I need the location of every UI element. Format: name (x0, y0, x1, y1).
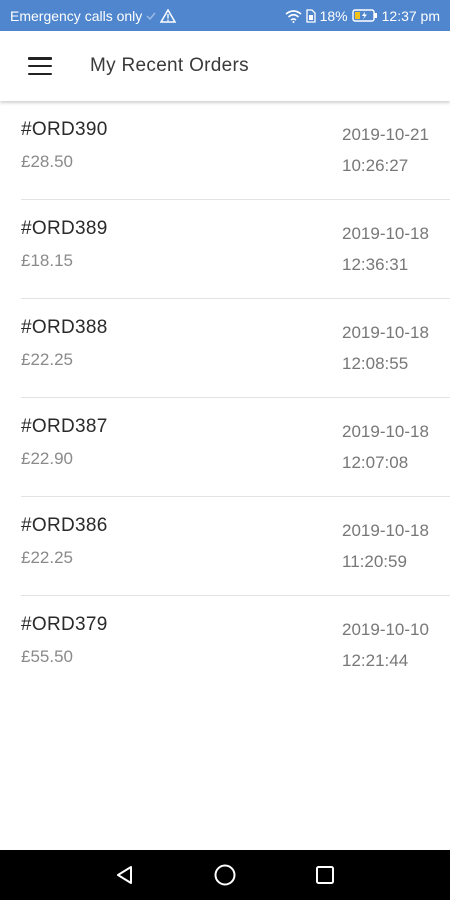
status-bar: Emergency calls only 18% 12:37 pm (0, 0, 450, 31)
order-row[interactable]: #ORD386 £22.25 2019-10-18 11:20:59 (0, 497, 450, 596)
order-total: £28.50 (21, 152, 73, 171)
order-total: £18.15 (21, 251, 73, 270)
app-bar: My Recent Orders (0, 31, 450, 101)
page-title: My Recent Orders (90, 55, 249, 76)
order-date: 2019-10-18 (342, 224, 429, 243)
order-date: 2019-10-18 (342, 422, 429, 441)
order-date: 2019-10-18 (342, 521, 429, 540)
battery-percent: 18% (319, 7, 348, 24)
order-total: £22.25 (21, 350, 73, 369)
order-time: 11:20:59 (342, 552, 407, 571)
order-list: #ORD390 £28.50 2019-10-21 10:26:27 #ORD3… (0, 101, 450, 695)
order-id: #ORD388 (21, 317, 108, 338)
carrier-text: Emergency calls only (10, 7, 143, 24)
order-id: #ORD386 (21, 515, 108, 536)
order-date: 2019-10-10 (342, 620, 429, 639)
status-left: Emergency calls only (10, 7, 177, 24)
order-time: 10:26:27 (342, 156, 409, 175)
order-total: £55.50 (21, 647, 73, 666)
no-sim-check-icon (146, 11, 156, 21)
sim-card-icon (305, 8, 316, 23)
home-button[interactable] (211, 861, 239, 889)
hamburger-menu-icon (28, 57, 52, 75)
order-date: 2019-10-18 (342, 323, 429, 342)
order-row[interactable]: #ORD388 £22.25 2019-10-18 12:08:55 (0, 299, 450, 398)
order-time: 12:36:31 (342, 255, 409, 274)
wifi-icon (285, 9, 302, 23)
battery-charging-icon (351, 9, 378, 22)
status-time: 12:37 pm (381, 7, 440, 24)
back-triangle-icon (117, 866, 132, 884)
order-id: #ORD390 (21, 119, 108, 140)
order-date: 2019-10-21 (342, 125, 429, 144)
warning-icon (160, 8, 177, 23)
order-id: #ORD389 (21, 218, 108, 239)
home-circle-icon (214, 864, 236, 886)
order-row[interactable]: #ORD389 £18.15 2019-10-18 12:36:31 (0, 200, 450, 299)
recents-square-icon (316, 866, 334, 884)
order-time: 12:08:55 (342, 354, 409, 373)
status-right: 18% 12:37 pm (285, 8, 440, 24)
recents-button[interactable] (311, 861, 339, 889)
order-time: 12:07:08 (342, 453, 409, 472)
order-row[interactable]: #ORD390 £28.50 2019-10-21 10:26:27 (0, 101, 450, 200)
order-total: £22.90 (21, 449, 73, 468)
order-total: £22.25 (21, 548, 73, 567)
menu-button[interactable] (0, 31, 80, 101)
back-button[interactable] (111, 861, 139, 889)
order-time: 12:21:44 (342, 651, 409, 670)
order-id: #ORD379 (21, 614, 108, 635)
order-row[interactable]: #ORD387 £22.90 2019-10-18 12:07:08 (0, 398, 450, 497)
order-id: #ORD387 (21, 416, 108, 437)
navigation-bar (0, 850, 450, 900)
order-row[interactable]: #ORD379 £55.50 2019-10-10 12:21:44 (0, 596, 450, 695)
